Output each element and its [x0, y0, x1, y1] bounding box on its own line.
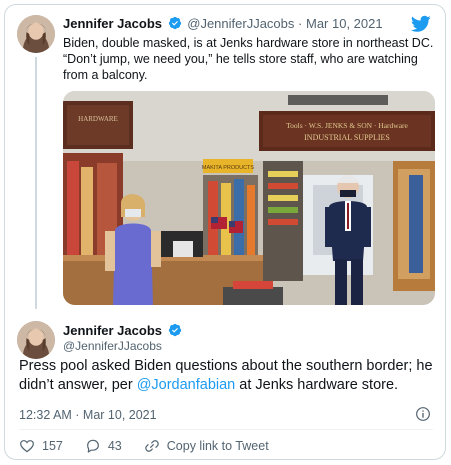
tweet-text-part: at Jenks hardware store.	[235, 377, 399, 393]
avatar[interactable]	[17, 321, 55, 359]
author-name-row: Jennifer Jacobs	[63, 323, 184, 338]
tweet-date[interactable]: Mar 10, 2021	[306, 16, 383, 31]
store-sign-left: HARDWARE	[78, 115, 118, 123]
like-count: 157	[42, 439, 63, 453]
reply-button[interactable]: 43	[85, 438, 122, 454]
copy-link-button[interactable]: Copy link to Tweet	[144, 438, 269, 454]
like-button[interactable]: 157	[19, 438, 63, 454]
parent-tweet[interactable]: Jennifer Jacobs @JenniferJJacobs · Mar 1…	[5, 5, 445, 309]
info-icon[interactable]	[415, 406, 431, 422]
tweet-video-thumbnail[interactable]: HARDWARE Tools · W.S. JENKS & SON · Hard…	[63, 91, 435, 305]
author-handle[interactable]: @JenniferJJacobs	[63, 339, 162, 353]
avatar[interactable]	[17, 15, 55, 53]
link-icon	[145, 440, 159, 452]
separator: ·	[298, 16, 303, 31]
divider	[19, 429, 433, 430]
heart-icon	[20, 440, 34, 453]
author-handle[interactable]: @JenniferJJacobs	[187, 16, 294, 31]
store-sign-right-line2: INDUSTRIAL SUPPLIES	[304, 133, 390, 142]
copy-link-label: Copy link to Tweet	[166, 439, 269, 453]
store-sign-right-line1: Tools · W.S. JENKS & SON · Hardware	[286, 121, 408, 130]
thread-connector-line	[35, 57, 37, 309]
store-sign-yellow: MAKITA PRODUCTS	[202, 165, 254, 171]
twitter-bird-icon[interactable]	[411, 15, 431, 33]
parent-tweet-header: Jennifer Jacobs @JenniferJJacobs · Mar 1…	[63, 16, 383, 31]
reply-icon	[86, 439, 99, 453]
parent-tweet-text: Biden, double masked, is at Jenks hardwa…	[63, 36, 434, 82]
mention-link[interactable]: @Jordanfabian	[137, 377, 236, 393]
tweet-timestamp[interactable]: 12:32 AM · Mar 10, 2021	[19, 408, 157, 422]
tweet-card: Jennifer Jacobs @JenniferJJacobs · Mar 1…	[4, 4, 446, 460]
verified-badge-icon	[168, 323, 181, 337]
author-name[interactable]: Jennifer Jacobs	[63, 16, 162, 31]
verified-badge-icon	[168, 16, 181, 30]
main-tweet-text: Press pool asked Biden questions about t…	[19, 357, 439, 395]
reply-count: 43	[107, 439, 122, 453]
tweet-actions: 157 43 Copy link to Tweet	[19, 436, 291, 456]
author-name[interactable]: Jennifer Jacobs	[63, 323, 162, 338]
